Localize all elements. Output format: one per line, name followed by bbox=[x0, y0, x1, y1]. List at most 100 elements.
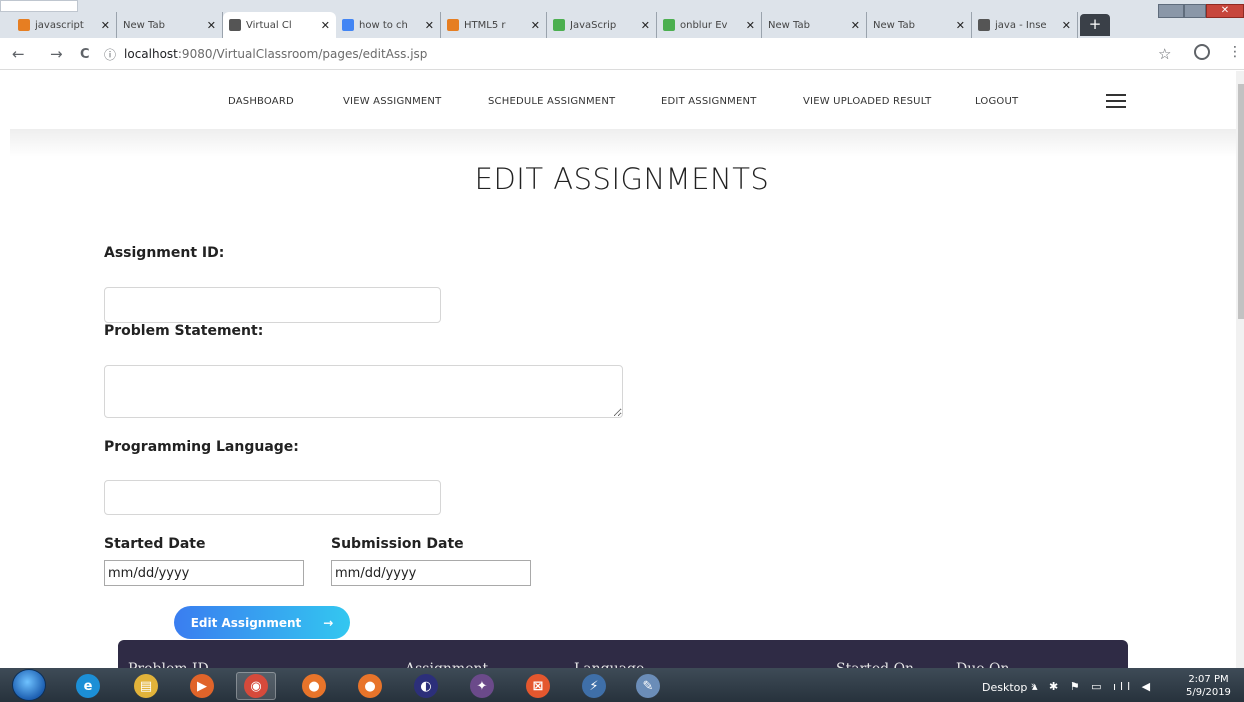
browser-tab[interactable]: onblur Ev ✕ bbox=[657, 12, 762, 38]
browser-tab[interactable]: javascript ✕ bbox=[12, 12, 117, 38]
tray-clock[interactable]: 2:07 PM 5/9/2019 bbox=[1186, 673, 1231, 699]
nav-edit-assignment[interactable]: EDIT ASSIGNMENT bbox=[661, 96, 757, 107]
submission-date-input[interactable] bbox=[331, 560, 531, 586]
taskbar-app-button[interactable]: ● bbox=[350, 672, 390, 700]
nav-dashboard[interactable]: DASHBOARD bbox=[228, 96, 294, 107]
taskbar-app-button[interactable]: ▶ bbox=[182, 672, 222, 700]
xampp-icon: ⊠ bbox=[526, 674, 550, 698]
tray-desktop-toolbar[interactable]: Desktop » bbox=[982, 681, 1036, 694]
tab-close-icon[interactable]: ✕ bbox=[641, 19, 650, 32]
tab-favicon-icon bbox=[978, 19, 990, 31]
url-path: :9080/VirtualClassroom/pages/editAss.jsp bbox=[177, 47, 428, 61]
browser-tab[interactable]: java - Inse ✕ bbox=[972, 12, 1078, 38]
chrome-icon: ◉ bbox=[244, 674, 268, 698]
problem-statement-label: Problem Statement: bbox=[104, 323, 264, 339]
window-maximize-button[interactable] bbox=[1184, 4, 1206, 18]
forward-icon[interactable]: → bbox=[50, 45, 63, 63]
tab-close-icon[interactable]: ✕ bbox=[746, 19, 755, 32]
browser-tab[interactable]: New Tab ✕ bbox=[867, 12, 972, 38]
clock-time: 2:07 PM bbox=[1188, 674, 1229, 685]
tab-favicon-icon bbox=[553, 19, 565, 31]
started-date-input[interactable] bbox=[104, 560, 304, 586]
system-tray-icons[interactable]: ▴ ✱ ⚑ ▭ ıll ◀ bbox=[1032, 680, 1154, 693]
filezilla-icon: ⚡ bbox=[582, 674, 606, 698]
nav-schedule-assignment[interactable]: SCHEDULE ASSIGNMENT bbox=[488, 96, 615, 107]
taskbar-app-button[interactable]: ▤ bbox=[126, 672, 166, 700]
problem-statement-textarea[interactable] bbox=[104, 365, 623, 418]
tab-title: HTML5 r bbox=[464, 19, 506, 31]
back-icon[interactable]: ← bbox=[12, 45, 25, 63]
browser-tab[interactable]: how to ch ✕ bbox=[336, 12, 441, 38]
browser-tab[interactable]: New Tab ✕ bbox=[117, 12, 223, 38]
tab-close-icon[interactable]: ✕ bbox=[425, 19, 434, 32]
assignments-table-header: Problem ID Assignment Language Started O… bbox=[118, 640, 1128, 677]
tab-title: how to ch bbox=[359, 19, 408, 31]
taskbar-app-button[interactable]: ⊠ bbox=[518, 672, 558, 700]
tab-close-icon[interactable]: ✕ bbox=[101, 19, 110, 32]
firefox-icon: ● bbox=[358, 674, 382, 698]
url-host: localhost bbox=[124, 47, 178, 61]
tab-title: javascript bbox=[35, 19, 84, 31]
nav-view-uploaded-result[interactable]: VIEW UPLOADED RESULT bbox=[803, 96, 931, 107]
browser-tab[interactable]: HTML5 r ✕ bbox=[441, 12, 547, 38]
window-close-button[interactable]: ✕ bbox=[1206, 4, 1244, 18]
tab-close-icon[interactable]: ✕ bbox=[531, 19, 540, 32]
clock-date: 5/9/2019 bbox=[1186, 687, 1231, 698]
tab-close-icon[interactable]: ✕ bbox=[207, 19, 216, 32]
tab-close-icon[interactable]: ✕ bbox=[1062, 19, 1071, 32]
taskbar-app-button[interactable]: e bbox=[68, 672, 108, 700]
taskbar-app-button[interactable]: ⚡ bbox=[574, 672, 614, 700]
browser-tab[interactable]: Virtual Cl ✕ bbox=[223, 12, 336, 38]
tab-title: New Tab bbox=[768, 19, 810, 31]
window-corner-label bbox=[0, 0, 78, 12]
firefox-icon: ● bbox=[302, 674, 326, 698]
arrow-right-icon: → bbox=[323, 615, 334, 630]
browser-tab[interactable]: JavaScrip ✕ bbox=[547, 12, 657, 38]
edit-assignment-button[interactable]: Edit Assignment → bbox=[174, 606, 350, 639]
tab-favicon-icon bbox=[18, 19, 30, 31]
taskbar-app-button[interactable]: ◐ bbox=[406, 672, 446, 700]
browser-tab[interactable]: New Tab ✕ bbox=[762, 12, 867, 38]
page-scrollbar-thumb[interactable] bbox=[1238, 84, 1244, 319]
paint-icon: ✎ bbox=[636, 674, 660, 698]
tab-favicon-icon bbox=[342, 19, 354, 31]
nav-view-assignment[interactable]: VIEW ASSIGNMENT bbox=[343, 96, 441, 107]
tab-title: onblur Ev bbox=[680, 19, 728, 31]
tab-close-icon[interactable]: ✕ bbox=[851, 19, 860, 32]
tab-title: java - Inse bbox=[995, 19, 1047, 31]
taskbar-app-button[interactable]: ✎ bbox=[628, 672, 668, 700]
window-minimize-button[interactable] bbox=[1158, 4, 1184, 18]
site-info-icon[interactable]: ⓘ bbox=[104, 46, 116, 63]
taskbar-app-button[interactable]: ✦ bbox=[462, 672, 502, 700]
page-title: EDIT ASSIGNMENTS bbox=[474, 162, 770, 196]
assignment-id-label: Assignment ID: bbox=[104, 245, 225, 261]
tab-close-icon[interactable]: ✕ bbox=[321, 19, 330, 32]
site-navbar: DASHBOARD VIEW ASSIGNMENT SCHEDULE ASSIG… bbox=[0, 71, 1236, 129]
nav-logout[interactable]: LOGOUT bbox=[975, 96, 1018, 107]
media-player-icon: ▶ bbox=[190, 674, 214, 698]
taskbar-app-button[interactable]: ◉ bbox=[236, 672, 276, 700]
tab-close-icon[interactable]: ✕ bbox=[956, 19, 965, 32]
bookmark-star-icon[interactable]: ☆ bbox=[1158, 45, 1171, 63]
tab-favicon-icon bbox=[229, 19, 241, 31]
eclipse-icon: ◐ bbox=[414, 674, 438, 698]
tab-title: New Tab bbox=[873, 19, 915, 31]
ie-icon: e bbox=[76, 674, 100, 698]
reload-icon[interactable]: C bbox=[80, 47, 90, 62]
programming-language-input[interactable] bbox=[104, 480, 441, 515]
tomcat-icon: ✦ bbox=[470, 674, 494, 698]
navbar-shadow bbox=[10, 129, 1236, 157]
taskbar-app-button[interactable]: ● bbox=[294, 672, 334, 700]
assignment-id-input[interactable] bbox=[104, 287, 441, 323]
windows-start-button[interactable] bbox=[12, 669, 46, 701]
browser-menu-icon[interactable]: ⋮ bbox=[1228, 44, 1242, 60]
new-tab-button[interactable]: + bbox=[1080, 14, 1110, 36]
url-field[interactable]: ⓘ localhost:9080/VirtualClassroom/pages/… bbox=[104, 44, 1144, 64]
started-date-label: Started Date bbox=[104, 536, 206, 552]
hamburger-menu-icon[interactable] bbox=[1106, 94, 1126, 108]
tab-title: New Tab bbox=[123, 19, 165, 31]
file-explorer-icon: ▤ bbox=[134, 674, 158, 698]
profile-icon[interactable] bbox=[1194, 44, 1210, 60]
tab-title: JavaScrip bbox=[570, 19, 617, 31]
desktop-label: Desktop bbox=[982, 681, 1028, 694]
